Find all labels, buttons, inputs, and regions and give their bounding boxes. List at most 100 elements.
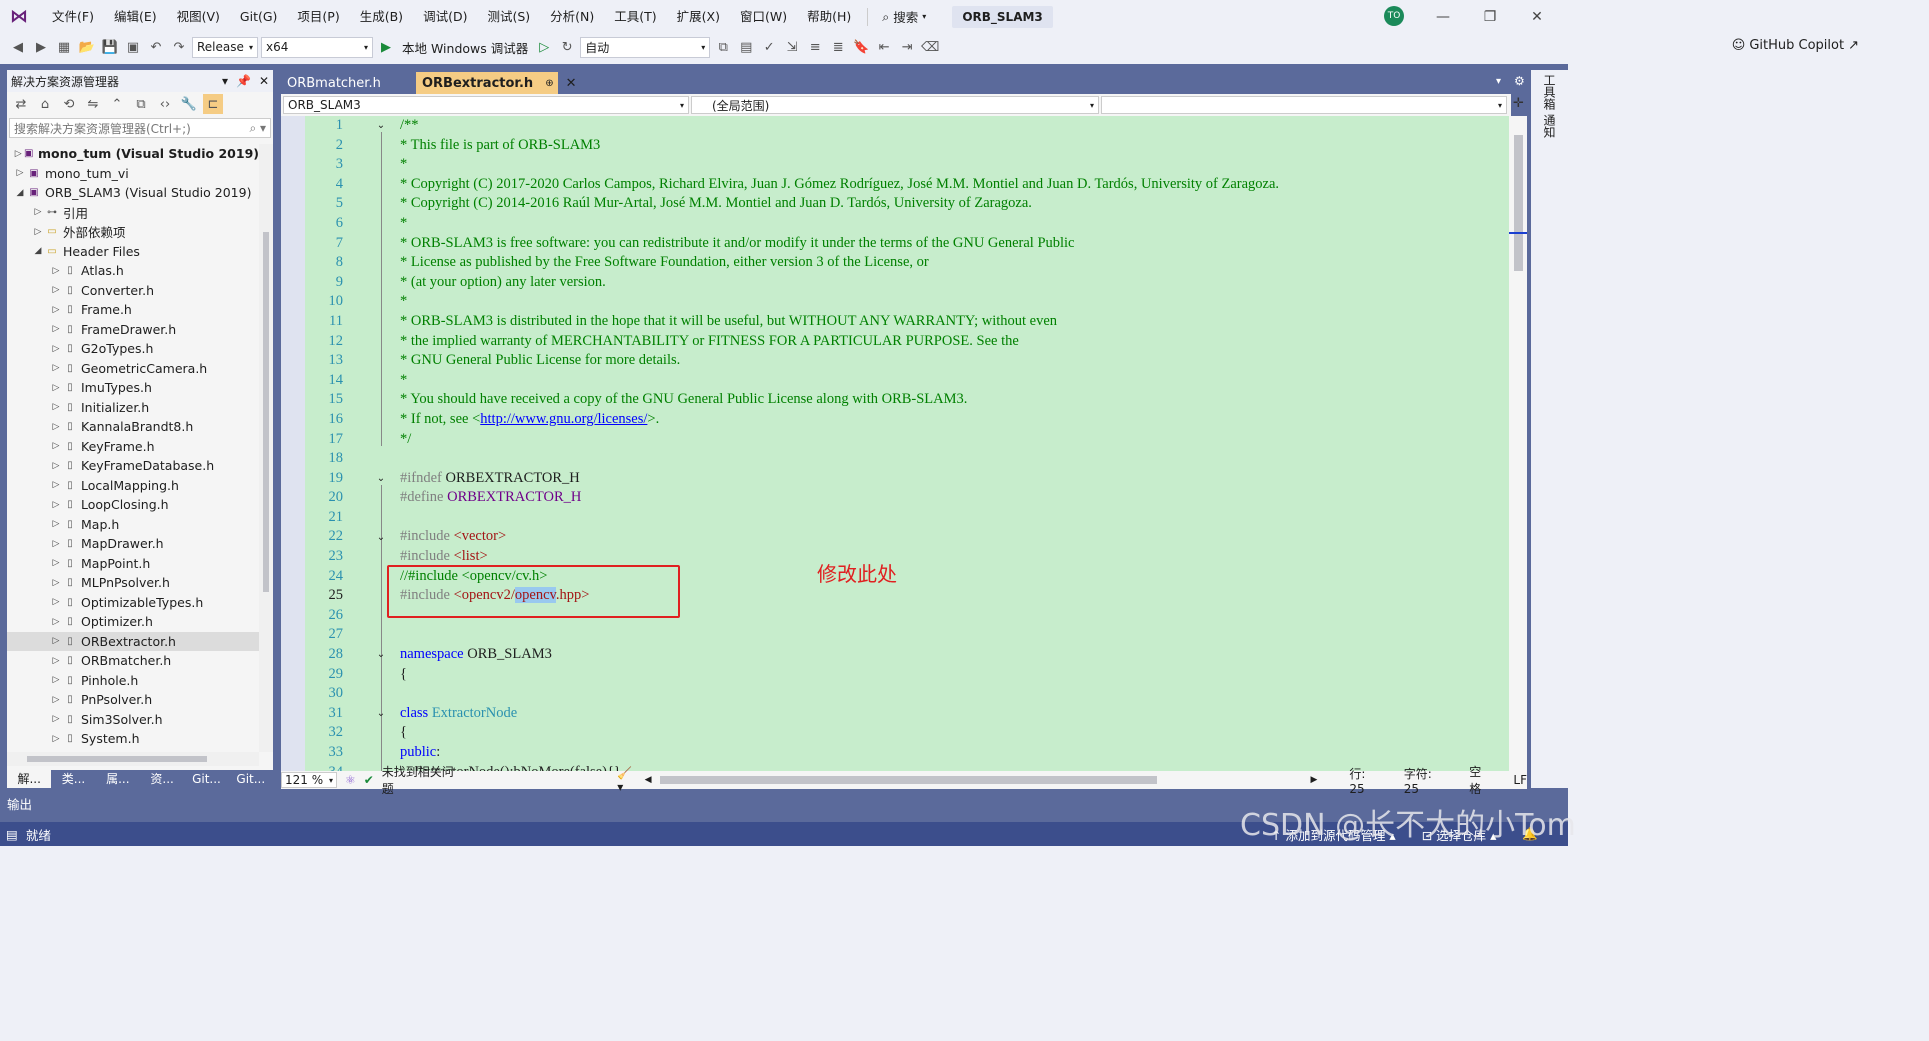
tree-item[interactable]: ▷ ▯ Sim3Solver.h — [7, 710, 259, 730]
expand-arrow-icon[interactable]: ▷ — [49, 539, 63, 549]
split-window-icon[interactable]: ✛ — [1513, 96, 1524, 111]
home-icon[interactable]: ⌂ — [35, 94, 55, 114]
expand-arrow-icon[interactable]: ▷ — [49, 500, 63, 510]
explorer-tab[interactable]: 资... — [140, 770, 184, 788]
collapse-all-icon[interactable]: ⌃ — [107, 94, 127, 114]
expand-arrow-icon[interactable]: ▷ — [49, 597, 63, 607]
code-line[interactable] — [400, 508, 1508, 528]
menu-item[interactable]: Git(G) — [230, 0, 288, 33]
hot-reload-icon[interactable]: ↻ — [557, 37, 577, 57]
tree-item[interactable]: ▷ ▯ GeometricCamera.h — [7, 359, 259, 379]
toolbox-tab[interactable]: 工具箱 — [1541, 74, 1558, 110]
tree-item[interactable]: ▷ ▯ G2oTypes.h — [7, 339, 259, 359]
nav-member-select[interactable]: ▾ — [1101, 96, 1507, 114]
tree-item[interactable]: ▷ ▯ MapDrawer.h — [7, 534, 259, 554]
pin-icon[interactable]: 📌 — [236, 74, 251, 88]
layout-icon[interactable]: ▤ — [736, 37, 756, 57]
code-line[interactable]: public: — [400, 743, 1508, 763]
tree-item[interactable]: ▷ ▣ mono_tum_vi — [7, 164, 259, 184]
menu-item[interactable]: 帮助(H) — [797, 0, 861, 33]
tree-item[interactable]: ▷ ▯ Frame.h — [7, 300, 259, 320]
tree-item[interactable]: ▷ ▯ Pinhole.h — [7, 671, 259, 691]
code-line[interactable]: * Copyright (C) 2014-2016 Raúl Mur-Artal… — [400, 194, 1508, 214]
expand-arrow-icon[interactable]: ▷ — [13, 149, 23, 159]
menu-item[interactable]: 视图(V) — [167, 0, 230, 33]
tree-item[interactable]: ▷ ▯ KannalaBrandt8.h — [7, 417, 259, 437]
expand-arrow-icon[interactable]: ▷ — [49, 558, 63, 568]
tree-item[interactable]: ▷ ⊶ 引用 — [7, 203, 259, 223]
expand-arrow-icon[interactable]: ▷ — [49, 305, 63, 315]
code-line[interactable]: * — [400, 371, 1508, 391]
expand-arrow-icon[interactable]: ▷ — [49, 402, 63, 412]
expand-arrow-icon[interactable]: ▷ — [49, 519, 63, 529]
editor-scroll-thumb[interactable] — [1514, 135, 1523, 271]
code-editor[interactable]: 1 2 3 4 5 6 7 8 9 10 11 12 13 14 15 16 17 18 19 20 21 22 23 24 2… — [281, 116, 1509, 771]
expand-arrow-icon[interactable]: ▷ — [49, 422, 63, 432]
explorer-tab[interactable]: Git... — [229, 770, 273, 788]
back-icon[interactable]: ◀ — [8, 37, 28, 57]
tree-item[interactable]: ▷ ▯ LocalMapping.h — [7, 476, 259, 496]
whitespace-indicator[interactable]: 空格 — [1469, 763, 1491, 797]
tree-item[interactable]: ▷ ▯ KeyFrame.h — [7, 437, 259, 457]
tree-item[interactable]: ▷ ▯ MapPoint.h — [7, 554, 259, 574]
tab-overflow-icon[interactable]: ▾ — [1496, 76, 1501, 87]
copy-icon[interactable]: ⧉ — [131, 94, 151, 114]
expand-arrow-icon[interactable]: ▷ — [49, 363, 63, 373]
expand-arrow-icon[interactable]: ◢ — [13, 188, 27, 198]
preview-icon[interactable]: ⊏ — [203, 94, 223, 114]
tree-item[interactable]: ▷ ▯ MLPnPsolver.h — [7, 573, 259, 593]
properties-wrench-icon[interactable]: 🔧 — [179, 94, 199, 114]
tree-item[interactable]: ▷ ▯ Converter.h — [7, 281, 259, 301]
history-icon[interactable]: ⟲ — [59, 94, 79, 114]
comment-icon[interactable]: ≡ — [805, 37, 825, 57]
code-line[interactable]: namespace ORB_SLAM3 — [400, 645, 1508, 665]
expand-arrow-icon[interactable]: ▷ — [49, 714, 63, 724]
notifications-tab[interactable]: 通知 — [1541, 114, 1558, 138]
close-icon[interactable]: ✕ — [259, 74, 269, 88]
code-line[interactable] — [400, 625, 1508, 645]
expand-arrow-icon[interactable]: ▷ — [31, 207, 45, 217]
search-button[interactable]: ⌕ 搜索 ▾ — [874, 7, 934, 26]
restore-button[interactable]: ❐ — [1475, 6, 1505, 28]
dropdown-icon[interactable]: ▾ — [222, 74, 228, 88]
code-line[interactable]: ExtractorNode():bNoMore(false){} — [400, 763, 1508, 771]
tree-item[interactable]: ▷ ▯ System.h — [7, 729, 259, 749]
settings-gear-icon[interactable]: ⚙ — [1514, 74, 1525, 88]
expand-arrow-icon[interactable]: ▷ — [49, 266, 63, 276]
prev-bookmark-icon[interactable]: ⇤ — [874, 37, 894, 57]
clear-bookmarks-icon[interactable]: ⌫ — [920, 37, 940, 57]
close-window-button[interactable]: ✕ — [1522, 6, 1552, 28]
code-line[interactable]: * (at your option) any later version. — [400, 273, 1508, 293]
tree-item[interactable]: ▷ ▯ ImuTypes.h — [7, 378, 259, 398]
code-line[interactable] — [400, 684, 1508, 704]
tree-hscroll-thumb[interactable] — [27, 756, 207, 762]
scroll-right-icon[interactable]: ▶ — [1310, 775, 1317, 785]
menu-item[interactable]: 分析(N) — [540, 0, 604, 33]
fold-toggle-icon[interactable]: ⌄ — [375, 708, 387, 720]
tree-item[interactable]: ▷ ▭ 外部依赖项 — [7, 222, 259, 242]
tree-item[interactable]: ◢ ▣ ORB_SLAM3 (Visual Studio 2019) — [7, 183, 259, 203]
menu-item[interactable]: 编辑(E) — [104, 0, 167, 33]
switch-views-icon[interactable]: ⇄ — [11, 94, 31, 114]
nav-project-select[interactable]: ORB_SLAM3 ▾ — [283, 96, 689, 114]
code-line[interactable]: * License as published by the Free Softw… — [400, 253, 1508, 273]
issues-status[interactable]: 未找到相关问题 — [382, 763, 459, 797]
auto-select[interactable]: 自动 ▾ — [580, 36, 711, 58]
expand-arrow-icon[interactable]: ▷ — [49, 461, 63, 471]
next-bookmark-icon[interactable]: ⇥ — [897, 37, 917, 57]
find-in-files-icon[interactable]: ⧉ — [713, 37, 733, 57]
code-line[interactable]: * You should have received a copy of the… — [400, 390, 1508, 410]
uncomment-icon[interactable]: ≣ — [828, 37, 848, 57]
menu-item[interactable]: 扩展(X) — [667, 0, 730, 33]
user-avatar[interactable]: TO — [1384, 6, 1404, 26]
bookmark-icon[interactable]: 🔖 — [851, 37, 871, 57]
save-icon[interactable]: 💾 — [100, 37, 120, 57]
document-tab[interactable]: ORBmatcher.h — [281, 72, 416, 94]
tree-item[interactable]: ▷ ▣ mono_tum (Visual Studio 2019) — [7, 144, 259, 164]
start-debug-icon[interactable]: ▶ — [376, 37, 396, 57]
spellcheck-icon[interactable]: ✓ — [759, 37, 779, 57]
configuration-select[interactable]: Release ▾ — [192, 36, 258, 58]
zoom-select[interactable]: 121 % ▾ — [281, 772, 337, 788]
code-line[interactable]: * ORB-SLAM3 is distributed in the hope t… — [400, 312, 1508, 332]
tree-item[interactable]: ▷ ▯ Initializer.h — [7, 398, 259, 418]
